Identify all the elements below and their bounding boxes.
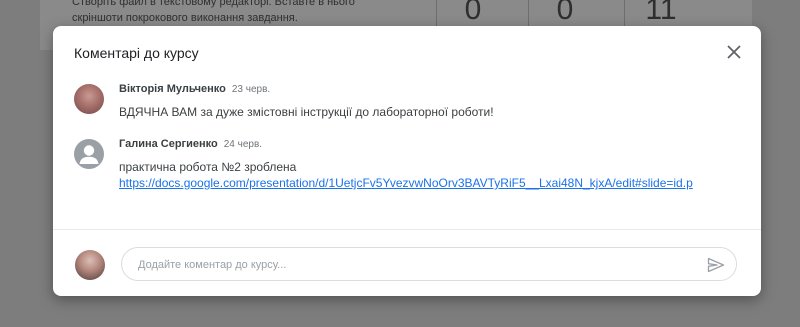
avatar: [74, 84, 104, 114]
dialog-title: Коментарі до курсу: [74, 45, 199, 61]
current-user-avatar: [75, 250, 105, 280]
send-icon: [707, 257, 725, 273]
avatar: [74, 139, 104, 169]
comment-body: Галина Сергиенко 24 черв. практична робот…: [119, 136, 744, 191]
send-button[interactable]: [706, 255, 726, 275]
close-button[interactable]: [723, 41, 745, 63]
comment-author: Вікторія Мульченко: [119, 83, 226, 95]
comment-date: 23 черв.: [231, 84, 271, 95]
close-icon: [727, 45, 741, 59]
person-icon: [79, 145, 99, 164]
comment-input[interactable]: [136, 248, 700, 282]
divider: [53, 229, 761, 230]
comment-author: Галина Сергиенко: [119, 138, 218, 150]
background-text: Створіть файл в текстовому редакторі. Вс…: [72, 0, 355, 24]
comment-body: Вікторія Мульченко 23 черв. ВДЯЧНА ВАМ за…: [119, 81, 744, 120]
comment-text: практична робота №2 зроблена: [119, 160, 297, 174]
comment-header: Вікторія Мульченко 23 черв.: [119, 81, 744, 98]
comment-composer: [121, 247, 737, 282]
comment-date: 24 черв.: [223, 139, 263, 150]
comment-text: ВДЯЧНА ВАМ за дуже змістовні інструкції …: [119, 105, 494, 119]
comment-header: Галина Сергиенко 24 черв.: [119, 136, 744, 153]
comments-dialog: Коментарі до курсу Вікторія Мульченко 23 …: [53, 26, 761, 296]
comment-link[interactable]: https://docs.google.com/presentation/d/1…: [119, 175, 744, 191]
